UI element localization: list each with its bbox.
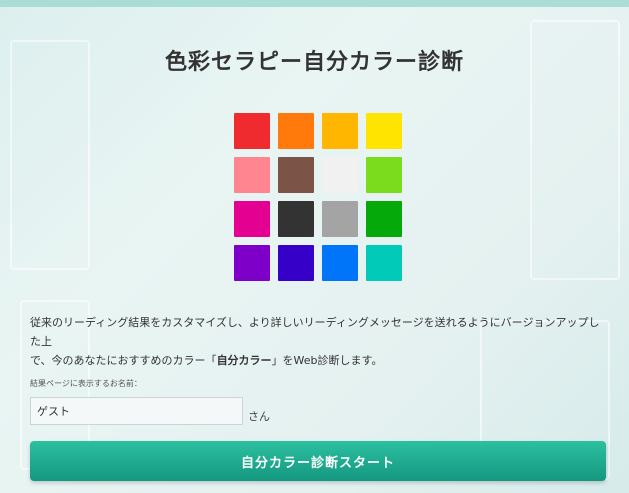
start-diagnosis-button[interactable]: 自分カラー診断スタート [30, 441, 606, 481]
color-swatch [234, 157, 270, 193]
color-swatch [278, 113, 314, 149]
color-swatch [366, 157, 402, 193]
color-swatch [366, 245, 402, 281]
description-line2-suffix: 」をWeb診断します。 [271, 354, 383, 367]
color-swatch [278, 201, 314, 237]
color-swatch [278, 245, 314, 281]
description-line1: 従来のリーディング結果をカスタマイズし、より詳しいリーディングメッセージを送れる… [30, 316, 600, 348]
name-suffix: さん [248, 410, 270, 423]
color-swatch [366, 201, 402, 237]
name-input[interactable] [30, 397, 243, 425]
color-swatch [322, 201, 358, 237]
color-swatch [322, 157, 358, 193]
color-swatch [234, 113, 270, 149]
name-field-label: 結果ページに表示するお名前： [30, 379, 142, 388]
color-swatch [234, 201, 270, 237]
color-swatch [322, 113, 358, 149]
color-palette [234, 113, 402, 281]
description-text: 従来のリーディング結果をカスタマイズし、より詳しいリーディングメッセージを送れる… [30, 313, 610, 370]
top-accent-bar [0, 0, 629, 7]
color-swatch [234, 245, 270, 281]
description-highlight: 自分カラー [216, 354, 272, 367]
page-title: 色彩セラピー自分カラー診断 [164, 50, 464, 75]
color-swatch [278, 157, 314, 193]
color-swatch [366, 113, 402, 149]
color-swatch [322, 245, 358, 281]
description-line2-prefix: で、今のあなたにおすすめのカラー「 [30, 354, 217, 367]
